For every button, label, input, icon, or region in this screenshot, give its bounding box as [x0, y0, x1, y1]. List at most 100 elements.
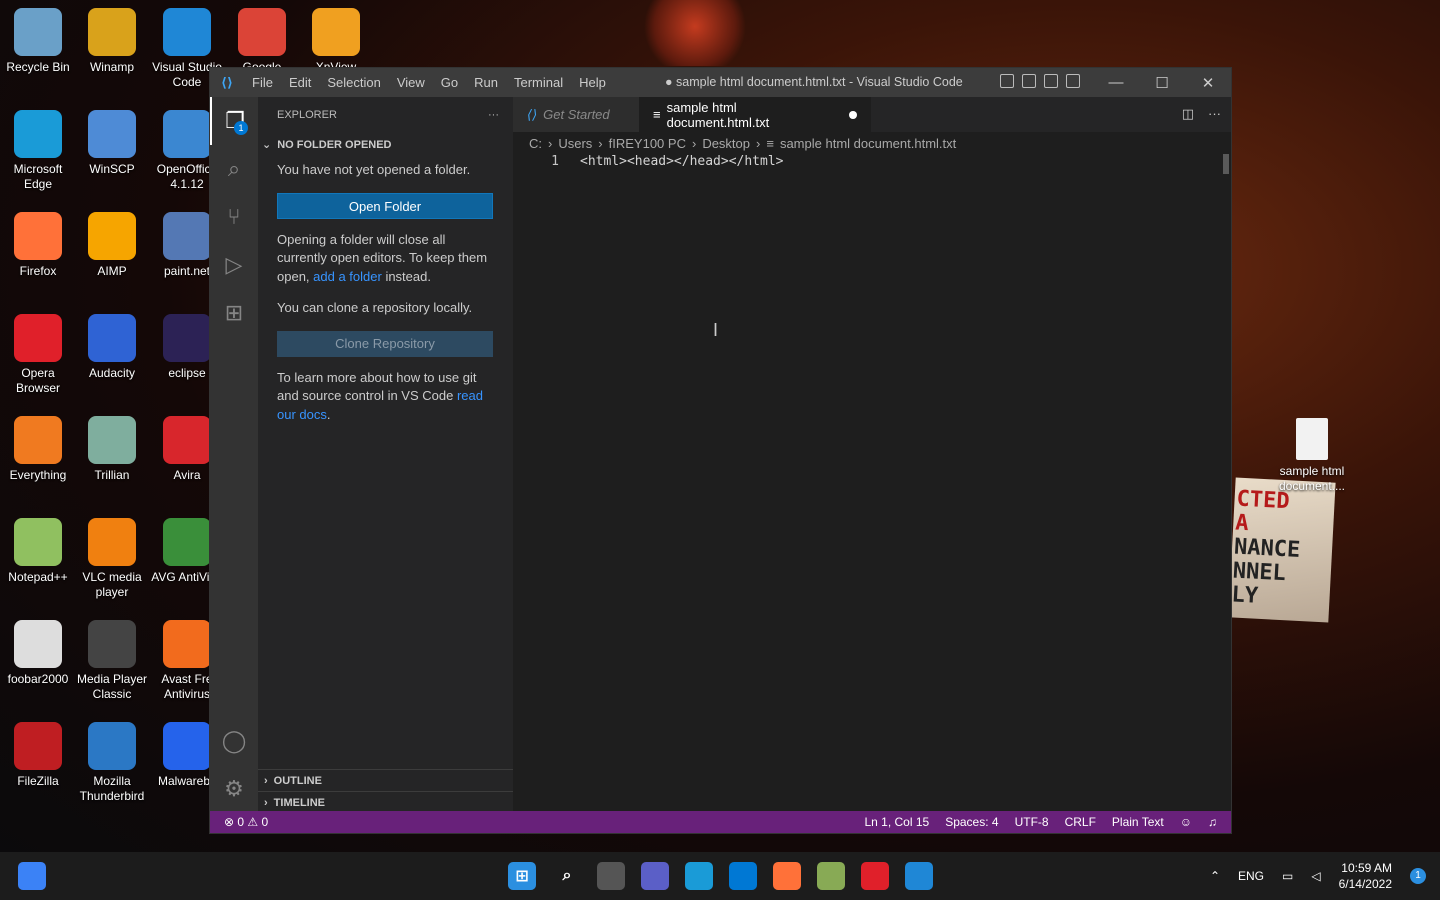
toggle-panel-icon[interactable]	[1022, 74, 1036, 88]
menu-file[interactable]: File	[244, 75, 281, 90]
cursor-position[interactable]: Ln 1, Col 15	[864, 815, 929, 829]
desktop-icon[interactable]: Everything	[0, 416, 76, 483]
app-icon	[163, 8, 211, 56]
run-debug-icon[interactable]: ▷	[210, 241, 258, 289]
breadcrumb-item[interactable]: C:	[529, 136, 542, 151]
clone-hint: You can clone a repository locally.	[277, 300, 473, 315]
line-ending[interactable]: CRLF	[1065, 815, 1096, 829]
edge-icon[interactable]	[685, 862, 713, 890]
add-folder-link[interactable]: add a folder	[313, 269, 382, 284]
desktop-icon[interactable]: Media Player Classic	[74, 620, 150, 702]
desktop-icon[interactable]: Recycle Bin	[0, 8, 76, 75]
desktop-icon[interactable]: Mozilla Thunderbird	[74, 722, 150, 804]
scrollbar[interactable]	[1223, 154, 1229, 174]
menu-view[interactable]: View	[389, 75, 433, 90]
feedback-icon[interactable]: ☺	[1180, 815, 1192, 829]
app-icon	[14, 314, 62, 362]
timeline-section[interactable]: › TIMELINE	[258, 791, 513, 813]
text-file-icon: ≡	[766, 135, 774, 151]
chevron-right-icon: ›	[598, 135, 603, 151]
line-text[interactable]: <html><head></head></html>	[580, 154, 784, 169]
unsaved-dot-icon[interactable]	[849, 110, 857, 119]
chat-icon[interactable]	[641, 862, 669, 890]
app-icon	[163, 722, 211, 770]
show-desktop-icon[interactable]	[18, 862, 46, 890]
minimize-button[interactable]: —	[1093, 68, 1139, 97]
tab-sample-html[interactable]: ≡ sample html document.html.txt	[639, 97, 871, 132]
no-folder-section[interactable]: ⌄ NO FOLDER OPENED	[258, 132, 513, 152]
tab-get-started[interactable]: ⟨⟩ Get Started	[513, 97, 639, 132]
menu-edit[interactable]: Edit	[281, 75, 319, 90]
section-title: NO FOLDER OPENED	[277, 138, 392, 151]
desktop-icon[interactable]: Audacity	[74, 314, 150, 381]
chevron-up-icon[interactable]: ⌃	[1210, 869, 1220, 883]
breadcrumb-item[interactable]: fIREY100 PC	[609, 136, 686, 151]
breadcrumb-item[interactable]: sample html document.html.txt	[780, 136, 956, 151]
more-actions-icon[interactable]: ···	[488, 109, 499, 121]
menu-selection[interactable]: Selection	[319, 75, 388, 90]
desktop-icon[interactable]: foobar2000	[0, 620, 76, 687]
breadcrumb-item[interactable]: Desktop	[702, 136, 750, 151]
desktop-icon-label: Firefox	[19, 264, 57, 278]
account-icon[interactable]: ◯	[210, 717, 258, 765]
split-editor-icon[interactable]: ◫	[1182, 106, 1194, 122]
indentation[interactable]: Spaces: 4	[945, 815, 998, 829]
opera-icon[interactable]	[861, 862, 889, 890]
desktop-icon-label: Notepad++	[8, 570, 68, 584]
customize-layout-icon[interactable]	[1066, 74, 1080, 88]
language-mode[interactable]: Plain Text	[1112, 815, 1164, 829]
open-folder-button[interactable]: Open Folder	[277, 192, 493, 219]
chevron-right-icon: ›	[756, 135, 761, 151]
desktop-icon[interactable]: Notepad++	[0, 518, 76, 585]
desktop-icon[interactable]: FileZilla	[0, 722, 76, 789]
desktop-icon[interactable]: Trillian	[74, 416, 150, 483]
outline-section[interactable]: › OUTLINE	[258, 769, 513, 791]
desktop-icon[interactable]: AIMP	[74, 212, 150, 279]
menu-go[interactable]: Go	[433, 75, 466, 90]
clock[interactable]: 10:59 AM 6/14/2022	[1339, 860, 1392, 892]
notepad-plus-plus-icon[interactable]	[817, 862, 845, 890]
desktop-icon[interactable]: VLC media player	[74, 518, 150, 600]
encoding[interactable]: UTF-8	[1015, 815, 1049, 829]
search-icon[interactable]: ⌕	[553, 862, 581, 890]
menu-help[interactable]: Help	[571, 75, 614, 90]
more-actions-icon[interactable]: ···	[1208, 106, 1221, 122]
chevron-right-icon: ›	[548, 135, 553, 151]
desktop-icon[interactable]: Google	[224, 8, 300, 75]
store-icon[interactable]	[729, 862, 757, 890]
start-button[interactable]: ⊞	[508, 862, 536, 890]
problems-indicator[interactable]: ⊗ 0 ⚠ 0	[210, 815, 268, 829]
app-icon	[14, 110, 62, 158]
desktop-icon[interactable]: WinSCP	[74, 110, 150, 177]
desktop-icon[interactable]: Firefox	[0, 212, 76, 279]
explorer-header: EXPLORER ···	[258, 97, 513, 132]
extensions-icon[interactable]: ⊞	[210, 289, 258, 337]
breadcrumb-item[interactable]: Users	[558, 136, 592, 151]
desktop-icon[interactable]: Opera Browser	[0, 314, 76, 396]
notification-badge[interactable]: 1	[1410, 868, 1426, 884]
notifications-bell-icon[interactable]: ♫	[1208, 815, 1217, 829]
toggle-sidebar-icon[interactable]	[1000, 74, 1014, 88]
network-icon[interactable]: ▭	[1282, 869, 1293, 883]
code-line[interactable]: 1 <html><head></head></html>	[513, 154, 1231, 174]
search-icon[interactable]: ⌕	[210, 145, 258, 193]
desktop-icon[interactable]: XnView	[298, 8, 374, 75]
toggle-secondary-sidebar-icon[interactable]	[1044, 74, 1058, 88]
menu-run[interactable]: Run	[466, 75, 506, 90]
maximize-button[interactable]: ☐	[1139, 68, 1185, 97]
task-view-icon[interactable]	[597, 862, 625, 890]
menu-terminal[interactable]: Terminal	[506, 75, 571, 90]
firefox-icon[interactable]	[773, 862, 801, 890]
desktop-icon[interactable]: Microsoft Edge	[0, 110, 76, 192]
explorer-icon[interactable]: ❐ 1	[210, 97, 258, 145]
desktop-file-sample-html[interactable]: sample html document....	[1274, 418, 1350, 494]
vscode-taskbar-icon[interactable]	[905, 862, 933, 890]
source-control-icon[interactable]: ⑂	[210, 193, 258, 241]
desktop-icon[interactable]: Winamp	[74, 8, 150, 75]
language-indicator[interactable]: ENG	[1238, 869, 1264, 883]
settings-gear-icon[interactable]: ⚙	[210, 765, 258, 813]
volume-icon[interactable]: ◁	[1311, 869, 1320, 883]
close-button[interactable]: ✕	[1185, 68, 1231, 97]
clone-repository-button[interactable]: Clone Repository	[277, 330, 493, 357]
activity-bar: ❐ 1 ⌕ ⑂ ▷ ⊞ ◯ ⚙	[210, 97, 258, 813]
